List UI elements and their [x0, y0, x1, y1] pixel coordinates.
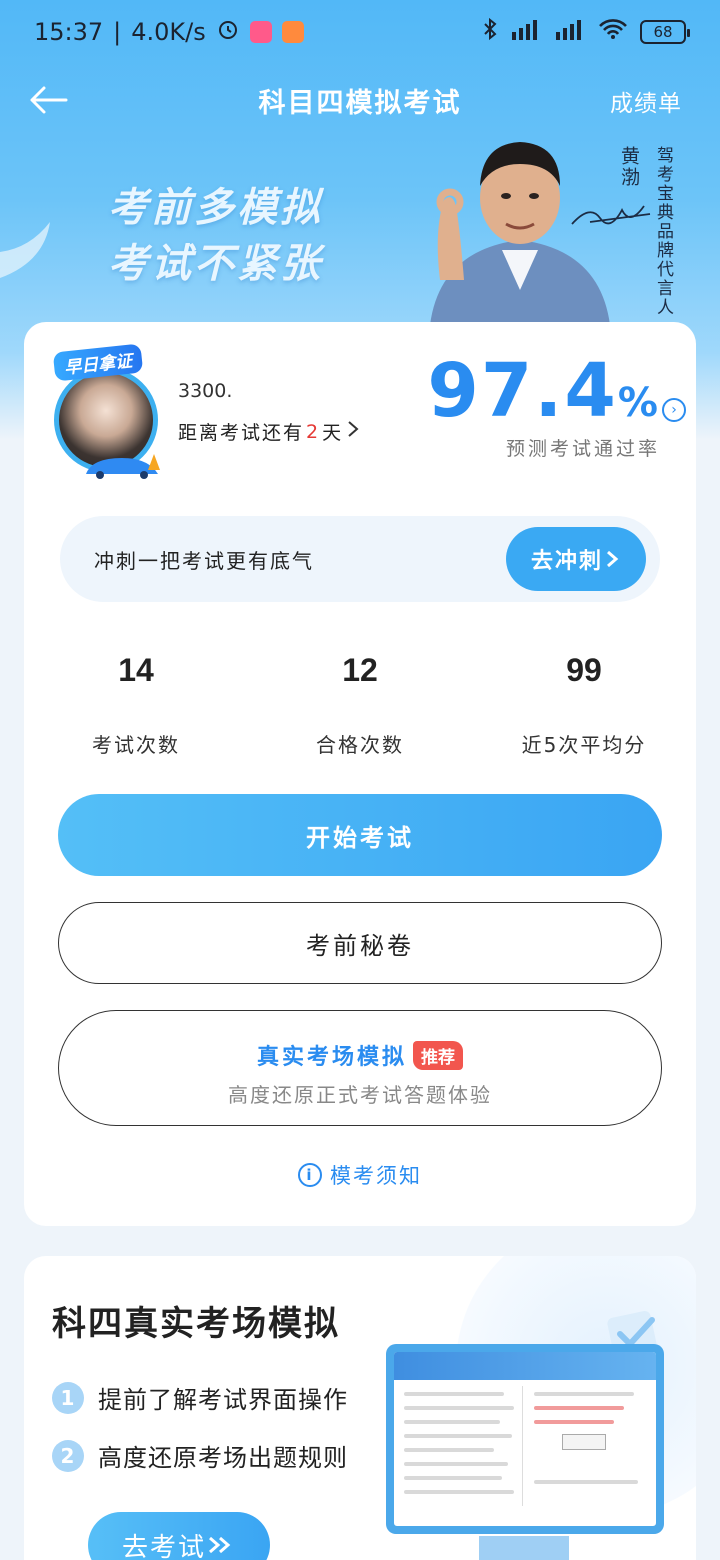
feature-number: 2 [52, 1439, 84, 1472]
pass-rate-arrow-icon[interactable]: › [662, 398, 686, 422]
page-title: 科目四模拟考试 [258, 87, 462, 119]
chevron-right-icon [607, 550, 619, 568]
shopping-bag-icon [281, 21, 304, 43]
pass-rate-value: 97.4 [427, 348, 618, 434]
monitor-stand [479, 1536, 569, 1560]
recommend-badge: 推荐 [413, 1040, 463, 1070]
slogan-line-1: 考前多模拟 [108, 185, 323, 231]
stat-value: 99 [566, 652, 602, 688]
decorative-shape [0, 222, 52, 282]
battery-icon: 68 [640, 20, 690, 44]
countdown-days: 2 [306, 420, 321, 443]
exam-card: 早日拿证 3300. 距离考试还有 2 天 97.4% › 预测考试通过率 冲刺… [24, 322, 696, 1226]
sprint-button-label: 去冲刺 [530, 549, 603, 574]
chevron-right-icon [345, 419, 361, 444]
feature-text: 高度还原考场出题规则 [98, 1444, 348, 1472]
feature-item: 1 提前了解考试界面操作 [52, 1380, 348, 1415]
stat-value: 12 [342, 652, 378, 688]
exam-notice-link[interactable]: i 模考须知 [24, 1160, 696, 1190]
stat-label: 考试次数 [92, 733, 180, 757]
back-arrow-icon[interactable] [26, 80, 70, 120]
wifi-icon [598, 18, 628, 46]
exam-screen-illustration [386, 1344, 664, 1534]
real-sim-title: 真实考场模拟 [256, 1045, 407, 1070]
app-notification-icon [249, 21, 272, 43]
stat-label: 合格次数 [316, 733, 404, 757]
real-exam-sim-button[interactable]: 真实考场模拟 推荐 高度还原正式考试答题体验 [58, 1010, 662, 1126]
stat-average-score: 99 近5次平均分 [472, 652, 696, 758]
signal-hd-icon [554, 18, 586, 46]
username: 3300. [178, 380, 233, 402]
stat-exam-count: 14 考试次数 [24, 652, 248, 758]
feature-number: 1 [52, 1381, 84, 1414]
report-card-link[interactable]: 成绩单 [610, 84, 682, 118]
go-exam-label: 去考试 [121, 1532, 206, 1560]
status-bar: 15:37 | 4.0K/s 68 [0, 0, 720, 64]
countdown-prefix: 距离考试还有 [178, 422, 305, 444]
go-exam-button[interactable]: 去考试 [88, 1512, 270, 1560]
real-sim-subtitle: 高度还原正式考试答题体验 [228, 1083, 492, 1107]
notice-label: 模考须知 [330, 1164, 422, 1188]
avatar-frame[interactable]: 早日拿证 [48, 343, 168, 479]
nav-bar: 科目四模拟考试 成绩单 [0, 70, 720, 130]
banner-slogan: 考前多模拟 考试不紧张 [108, 180, 323, 292]
signal-icon [510, 18, 542, 46]
exam-countdown[interactable]: 距离考试还有 2 天 [178, 418, 361, 445]
car-decoration-icon [86, 454, 160, 479]
endorser-info: 黄渤 驾考宝典品牌代言人 [616, 146, 676, 317]
status-time: 15:37 [34, 18, 104, 46]
real-exam-section: 科四真实考场模拟 1 提前了解考试界面操作 2 高度还原考场出题规则 去考试 [24, 1256, 696, 1560]
info-icon: i [298, 1163, 322, 1187]
feature-item: 2 高度还原考场出题规则 [52, 1438, 348, 1473]
status-divider: | [113, 18, 122, 46]
feature-text: 提前了解考试界面操作 [98, 1386, 348, 1414]
countdown-suffix: 天 [322, 422, 344, 444]
pass-rate-unit: % [617, 380, 660, 426]
slogan-line-2: 考试不紧张 [108, 241, 323, 287]
stat-value: 14 [118, 652, 154, 688]
stat-pass-count: 12 合格次数 [248, 652, 472, 758]
pass-rate-label: 预测考试通过率 [505, 438, 660, 460]
sprint-button[interactable]: 去冲刺 [506, 527, 646, 591]
screen-header [394, 1352, 656, 1380]
secret-paper-button[interactable]: 考前秘卷 [58, 902, 662, 984]
endorser-name: 黄渤 [618, 146, 640, 188]
alarm-icon [216, 17, 240, 47]
stat-label: 近5次平均分 [521, 733, 647, 757]
endorser-title: 驾考宝典品牌代言人 [653, 146, 673, 317]
sprint-banner: 冲刺一把考试更有底气 去冲刺 [60, 516, 660, 602]
section-title: 科四真实考场模拟 [52, 1304, 340, 1344]
pass-rate[interactable]: 97.4% [427, 348, 660, 434]
start-exam-button[interactable]: 开始考试 [58, 794, 662, 876]
bluetooth-icon [482, 17, 498, 47]
sprint-text: 冲刺一把考试更有底气 [94, 548, 314, 573]
exam-stats: 14 考试次数 12 合格次数 99 近5次平均分 [24, 652, 696, 758]
status-speed: 4.0K/s [131, 18, 206, 46]
double-chevron-right-icon [209, 1536, 231, 1554]
